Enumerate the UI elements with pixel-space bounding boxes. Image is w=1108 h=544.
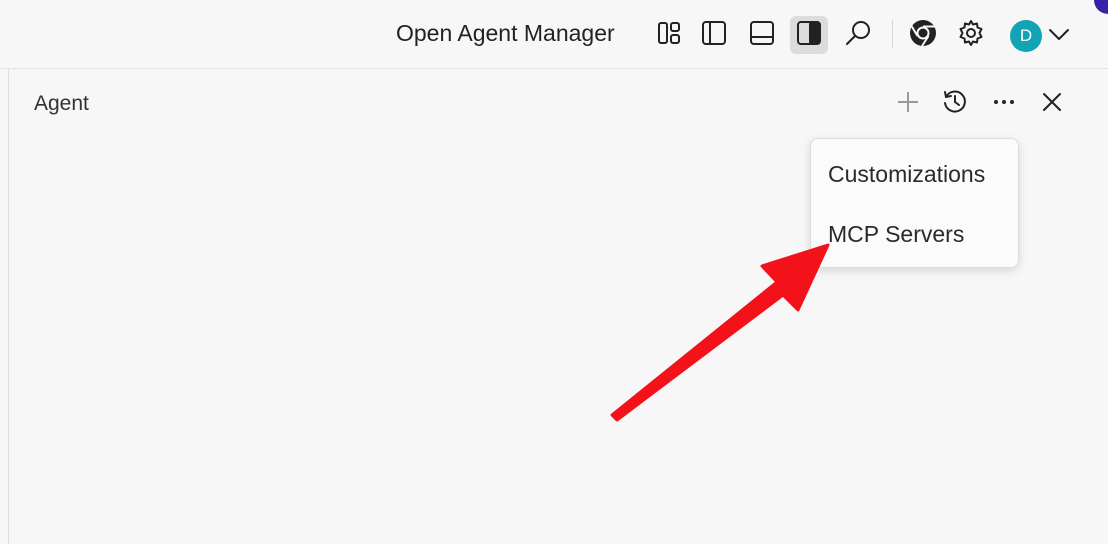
title-bar: Open Agent Manager D [0, 0, 1108, 69]
toggle-secondary-sidebar-icon [794, 18, 824, 53]
toggle-panel-icon [747, 18, 777, 53]
account-menu-button[interactable] [1046, 24, 1072, 48]
account-avatar[interactable]: D [1010, 20, 1042, 52]
search-icon [843, 18, 873, 53]
close-panel-button[interactable] [1036, 88, 1068, 120]
search-button[interactable] [839, 16, 877, 54]
browser-button[interactable] [904, 16, 942, 54]
more-actions-button[interactable] [988, 88, 1020, 120]
more-actions-menu: Customizations MCP Servers [810, 138, 1019, 268]
toggle-primary-sidebar-icon [699, 18, 729, 53]
toggle-panel-button[interactable] [743, 16, 781, 54]
history-icon [941, 88, 969, 121]
toggle-primary-sidebar-button[interactable] [695, 16, 733, 54]
panel-title: Agent [34, 92, 89, 115]
customize-layout-button[interactable] [650, 16, 688, 54]
settings-gear-icon [956, 18, 986, 53]
open-agent-manager-button[interactable]: Open Agent Manager [396, 20, 615, 47]
menu-item-mcp-servers[interactable]: MCP Servers [811, 210, 1018, 258]
chrome-icon [908, 18, 938, 53]
editor-edge [0, 69, 9, 544]
avatar-initial: D [1019, 26, 1033, 45]
more-icon [990, 88, 1018, 121]
toolbar-separator [892, 20, 893, 48]
chevron-down-icon [1047, 22, 1071, 51]
history-button[interactable] [939, 88, 971, 120]
new-chat-button[interactable] [892, 88, 924, 120]
menu-item-customizations[interactable]: Customizations [811, 150, 1018, 198]
window-corner-accent [1094, 0, 1108, 14]
toggle-secondary-sidebar-button[interactable] [790, 16, 828, 54]
new-chat-icon [895, 89, 921, 120]
layout-grid-icon [654, 18, 684, 53]
settings-button[interactable] [952, 16, 990, 54]
close-icon [1039, 89, 1065, 120]
